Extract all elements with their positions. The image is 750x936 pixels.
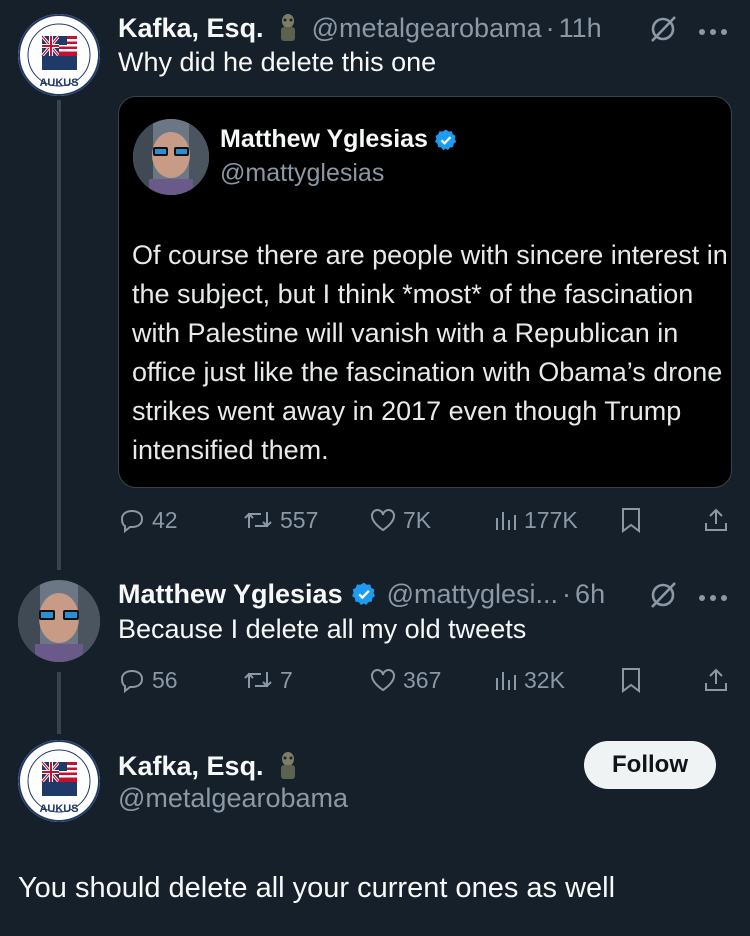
- thread-line: [57, 672, 61, 734]
- follow-button[interactable]: Follow: [584, 741, 716, 789]
- quoted-header: Matthew Yglesias: [220, 125, 458, 154]
- tweet-text: Why did he delete this one: [118, 47, 437, 77]
- reply-icon: [120, 669, 144, 694]
- more-options-icon[interactable]: [697, 24, 729, 42]
- share-icon[interactable]: [703, 666, 729, 699]
- like-button[interactable]: 7K: [369, 506, 431, 534]
- views-chart-icon: [496, 512, 516, 530]
- like-count: 7K: [403, 506, 432, 533]
- author-handle[interactable]: @metalgearobama: [118, 783, 348, 814]
- author-name[interactable]: Matthew Yglesias: [118, 579, 343, 610]
- heart-icon: [371, 669, 395, 692]
- views-count: 177K: [524, 506, 578, 533]
- tweet2-header: Matthew Yglesias @mattyglesi... · 6h: [118, 576, 605, 612]
- retweet-icon: [244, 512, 272, 528]
- views-button[interactable]: 177K: [494, 506, 578, 534]
- author-name[interactable]: Kafka, Esq.: [118, 751, 264, 782]
- quoted-tweet-text: Of course there are people with sincere …: [132, 240, 728, 465]
- author-name[interactable]: Kafka, Esq.: [118, 13, 264, 44]
- like-count: 367: [403, 666, 442, 693]
- avatar-kafka[interactable]: AUKUS: [18, 14, 100, 96]
- tweet-text: You should delete all your current ones …: [18, 872, 616, 904]
- aukus-logo-icon: AUKUS: [18, 740, 100, 822]
- aukus-logo-icon: AUKUS: [18, 14, 100, 96]
- avatar-yglesias[interactable]: [18, 580, 100, 662]
- views-chart-icon: [496, 672, 516, 690]
- verified-badge-icon: [434, 129, 457, 150]
- quoted-tweet[interactable]: Matthew Yglesias @mattyglesias Of course…: [118, 96, 732, 488]
- reply-button[interactable]: 42: [118, 506, 178, 534]
- grok-icon[interactable]: [648, 580, 678, 615]
- quoted-author-handle: @mattyglesias: [220, 159, 385, 187]
- reply-button[interactable]: 56: [118, 666, 178, 694]
- svg-text:AUKUS: AUKUS: [39, 803, 78, 815]
- timestamp[interactable]: 6h: [575, 579, 605, 610]
- tweet-text: Because I delete all my old tweets: [118, 614, 527, 644]
- profile-photo-icon: [18, 580, 100, 662]
- timestamp[interactable]: 11h: [559, 13, 602, 44]
- reply-count: 56: [152, 666, 178, 693]
- profile-photo-icon: [133, 119, 209, 195]
- retweet-icon: [244, 672, 272, 688]
- views-count: 32K: [524, 666, 565, 693]
- retweet-count: 557: [280, 506, 319, 533]
- avatar-kafka[interactable]: AUKUS: [18, 740, 100, 822]
- emoji-badge-icon: [276, 751, 300, 781]
- retweet-button[interactable]: 7: [242, 666, 293, 694]
- views-button[interactable]: 32K: [494, 666, 565, 694]
- avatar-yglesias-quoted[interactable]: [133, 119, 209, 195]
- thread-line: [57, 100, 61, 570]
- quoted-author-name: Matthew Yglesias: [220, 125, 428, 153]
- reply-count: 42: [152, 506, 178, 533]
- tweet1-header: Kafka, Esq. @metalgearobama · 11h: [118, 10, 602, 46]
- heart-icon: [371, 509, 395, 532]
- separator: ·: [562, 578, 572, 609]
- reply-icon: [120, 509, 144, 534]
- separator: ·: [545, 12, 555, 43]
- verified-badge-icon: [351, 582, 375, 605]
- like-button[interactable]: 367: [369, 666, 441, 694]
- more-options-icon[interactable]: [697, 590, 729, 608]
- author-handle[interactable]: @mattyglesi...: [387, 579, 558, 610]
- retweet-count: 7: [280, 666, 293, 693]
- bookmark-icon[interactable]: [619, 506, 643, 539]
- emoji-badge-icon: [276, 13, 300, 43]
- svg-text:AUKUS: AUKUS: [39, 77, 78, 89]
- share-icon[interactable]: [703, 506, 729, 539]
- retweet-button[interactable]: 557: [242, 506, 318, 534]
- bookmark-icon[interactable]: [619, 666, 643, 699]
- grok-icon[interactable]: [648, 14, 678, 49]
- tweet3-header: Kafka, Esq.: [118, 748, 300, 784]
- author-handle[interactable]: @metalgearobama: [312, 13, 542, 44]
